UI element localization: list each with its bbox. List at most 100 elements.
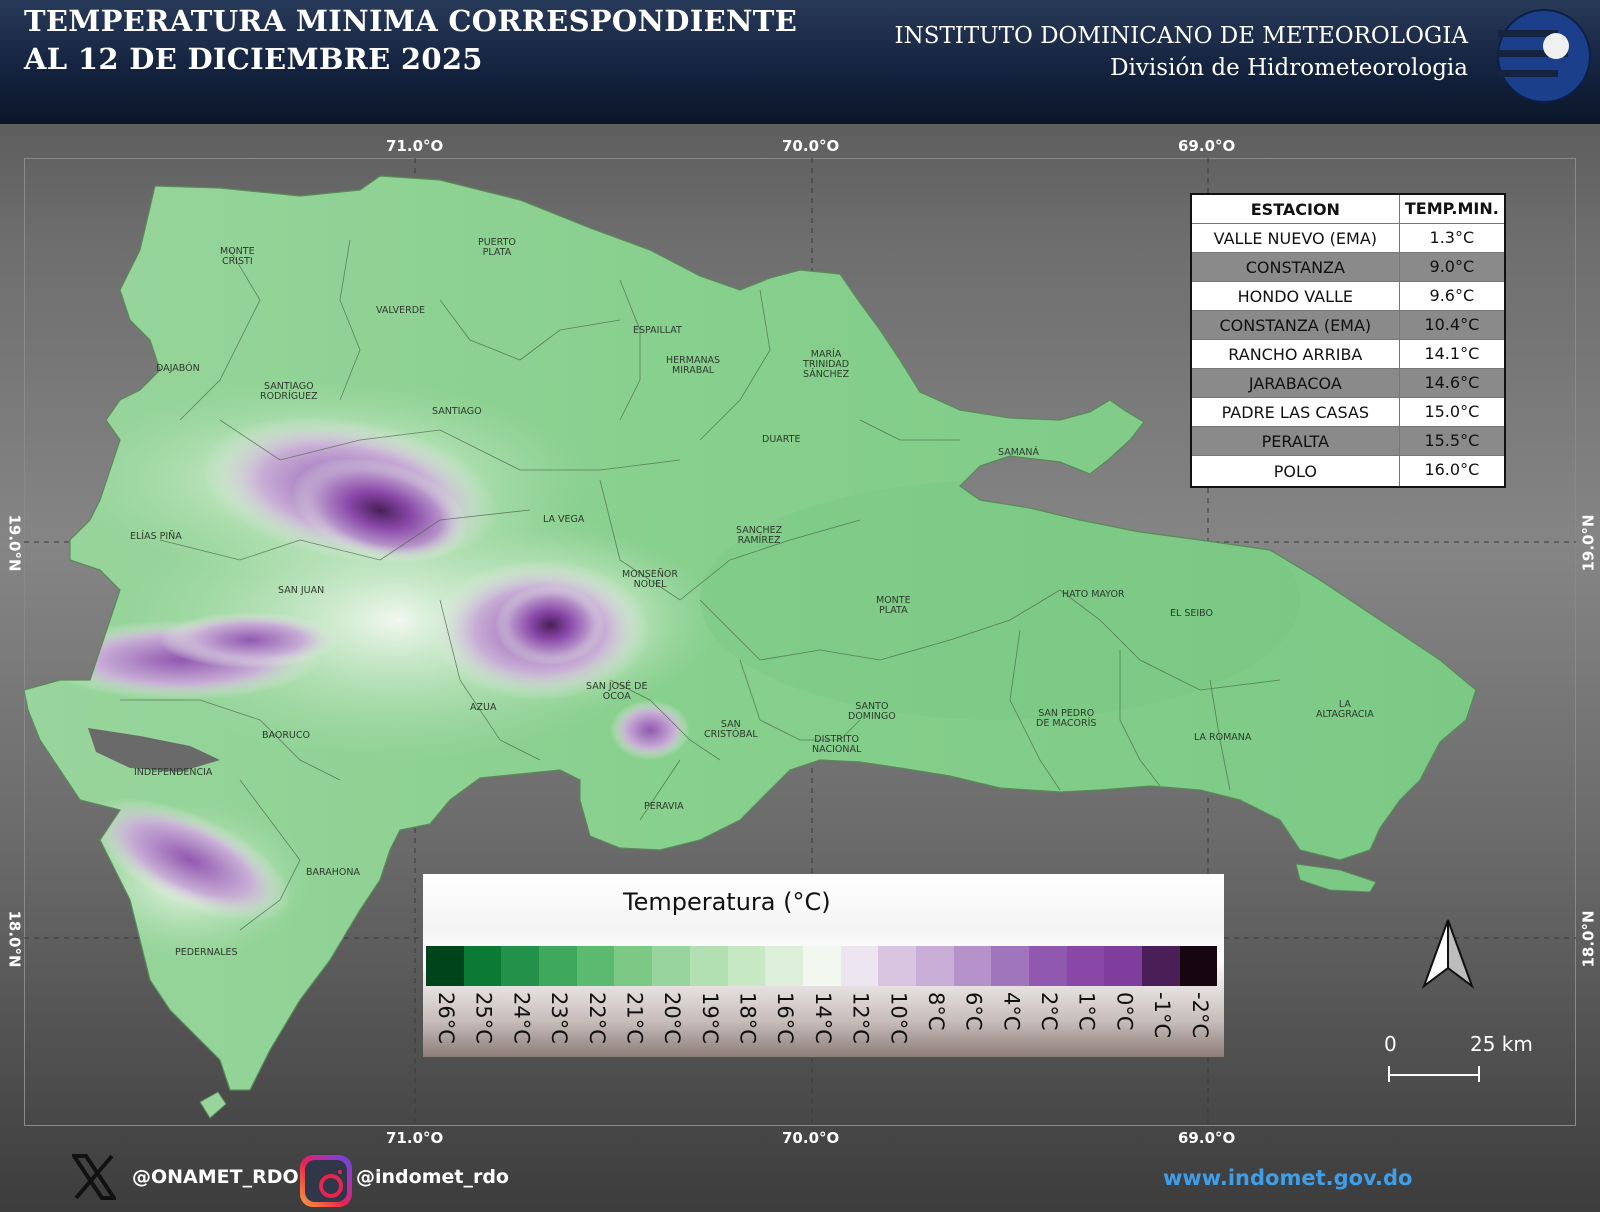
label-santiago-rodriguez: SANTIAGO RODRÍGUEZ <box>260 381 318 402</box>
legend-swatch <box>1066 946 1105 986</box>
legend-swatch <box>1104 946 1143 986</box>
legend-label-cell: 8°C <box>916 992 954 1050</box>
legend-label: 20°C <box>660 992 685 1044</box>
legend-label-cell: 4°C <box>991 992 1029 1050</box>
label-hermanas-mirabal: HERMANAS MIRABAL <box>666 355 721 376</box>
legend-label: 2°C <box>1037 992 1061 1031</box>
label-espaillat: ESPAILLAT <box>633 325 682 336</box>
label-la-vega: LA VEGA <box>543 514 585 525</box>
legend-label: 8°C <box>923 992 948 1031</box>
legend-swatch <box>878 946 916 986</box>
legend-label-cell: 0°C <box>1104 992 1142 1050</box>
legend-label: 4°C <box>999 992 1024 1031</box>
table-row: PADRE LAS CASAS 15.0°C <box>1192 398 1504 427</box>
legend-label: 25°C <box>471 992 496 1044</box>
table-row: VALLE NUEVO (EMA) 1.3°C <box>1192 224 1504 253</box>
legend-swatch <box>501 946 540 986</box>
table-row: POLO 16.0°C <box>1192 456 1504 486</box>
legend-swatch <box>953 946 992 986</box>
table-row: JARABACOA 14.6°C <box>1192 369 1504 398</box>
legend-swatch <box>689 946 728 986</box>
legend-label-cell: 1°C <box>1067 992 1105 1050</box>
station-temp: 14.1°C <box>1398 340 1504 368</box>
legend-swatch <box>840 946 879 986</box>
legend-label: 23°C <box>547 992 572 1044</box>
legend-label: -1°C <box>1150 992 1175 1039</box>
station-temp: 16.0°C <box>1398 456 1504 486</box>
instagram-icon[interactable] <box>300 1155 352 1207</box>
label-elias-pina: ELÍAS PIÑA <box>130 531 182 542</box>
scale-line <box>1388 1074 1480 1076</box>
legend-label-cell: 6°C <box>954 992 992 1050</box>
legend-label: 1°C <box>1074 992 1099 1031</box>
label-samana: SAMANÁ <box>998 447 1040 458</box>
legend-label: 21°C <box>622 992 647 1044</box>
label-sanchez-ramirez: SANCHEZ RAMÍREZ <box>736 525 783 546</box>
station-table: ESTACION TEMP.MIN. VALLE NUEVO (EMA) 1.3… <box>1190 193 1506 488</box>
station-name: JARABACOA <box>1248 373 1342 393</box>
label-duarte: DUARTE <box>762 434 801 445</box>
label-la-altagracia: LA ALTAGRACIA <box>1316 699 1374 720</box>
legend-label-cell: 18°C <box>728 992 766 1050</box>
legend-swatch <box>765 946 803 986</box>
header-station: ESTACION <box>1250 199 1340 219</box>
station-temp: 10.4°C <box>1398 311 1504 339</box>
label-san-pedro-de-macoris: SAN PEDRO DE MACORÍS <box>1036 708 1097 729</box>
label-distrito-nacional: DISTRITO NACIONAL <box>812 734 862 755</box>
label-san-jose-de-ocoa: SAN JOSÉ DE OCOA <box>586 681 648 702</box>
label-pedernales: PEDERNALES <box>175 947 238 958</box>
website-link[interactable]: www.indomet.gov.do <box>1163 1166 1412 1190</box>
legend-labels: 26°C 25°C 24°C 23°C 22°C 21°C 20°C 19°C 18°C 16°C… <box>426 992 1217 1050</box>
legend-label: 18°C <box>735 992 760 1044</box>
station-name: CONSTANZA <box>1245 257 1345 277</box>
temperature-legend: Temperatura (°C) 26°C 25°C 24°C 23°C 22°C 21°… <box>423 874 1224 1057</box>
legend-label-cell: -2°C <box>1180 992 1218 1050</box>
legend-swatch <box>1029 946 1067 986</box>
station-temp: 14.6°C <box>1398 369 1504 397</box>
legend-label-cell: 24°C <box>501 992 539 1050</box>
station-name: PADRE LAS CASAS <box>1221 402 1369 422</box>
legend-label: 24°C <box>509 992 534 1044</box>
table-row: HONDO VALLE 9.6°C <box>1192 282 1504 311</box>
label-dajabon: DAJABÓN <box>156 363 200 374</box>
x-logo-icon[interactable] <box>72 1154 116 1200</box>
label-azua: AZUA <box>470 702 497 713</box>
legend-swatch <box>652 946 690 986</box>
legend-swatch <box>727 946 766 986</box>
label-maria-trinidad-sanchez: MARÍA TRINIDAD SÁNCHEZ <box>803 349 850 380</box>
legend-label-cell: 25°C <box>464 992 502 1050</box>
legend-label-cell: 23°C <box>539 992 577 1050</box>
legend-swatch <box>915 946 954 986</box>
legend-label-cell: 22°C <box>577 992 615 1050</box>
station-temp: 9.6°C <box>1398 282 1504 310</box>
header-temp: TEMP.MIN. <box>1398 195 1504 223</box>
scale-bar: 0 25 km <box>1376 1028 1533 1088</box>
legend-label: 6°C <box>961 992 986 1031</box>
label-monte-plata: MONTE PLATA <box>876 595 911 616</box>
legend-swatch <box>614 946 653 986</box>
legend-label: 0°C <box>1112 992 1137 1031</box>
station-temp: 1.3°C <box>1398 224 1504 252</box>
legend-swatch <box>576 946 615 986</box>
label-san-cristobal: SAN CRISTÓBAL <box>704 719 758 740</box>
legend-label: -2°C <box>1187 992 1212 1039</box>
legend-label-cell: -1°C <box>1142 992 1180 1050</box>
legend-swatch <box>539 946 577 986</box>
station-table-header: ESTACION TEMP.MIN. <box>1192 195 1504 224</box>
legend-label-cell: 12°C <box>841 992 879 1050</box>
legend-label: 16°C <box>773 992 798 1044</box>
map-page: TEMPERATURA MINIMA CORRESPONDIENTE AL 12… <box>0 0 1600 1212</box>
legend-swatches <box>426 946 1218 986</box>
scale-end: 25 km <box>1470 1032 1533 1056</box>
station-name: CONSTANZA (EMA) <box>1219 315 1372 335</box>
legend-label-cell: 14°C <box>803 992 841 1050</box>
legend-label: 14°C <box>810 992 835 1044</box>
label-valverde: VALVERDE <box>376 305 426 316</box>
label-san-juan: SAN JUAN <box>278 585 325 596</box>
label-monsenor-nouel: MONSEÑOR NOUEL <box>622 569 678 590</box>
beata-island <box>199 1091 227 1119</box>
legend-title: Temperatura (°C) <box>623 888 831 916</box>
x-handle[interactable]: @ONAMET_RDO <box>132 1166 299 1188</box>
table-row: CONSTANZA (EMA) 10.4°C <box>1192 311 1504 340</box>
instagram-handle[interactable]: @indomet_rdo <box>356 1166 509 1188</box>
